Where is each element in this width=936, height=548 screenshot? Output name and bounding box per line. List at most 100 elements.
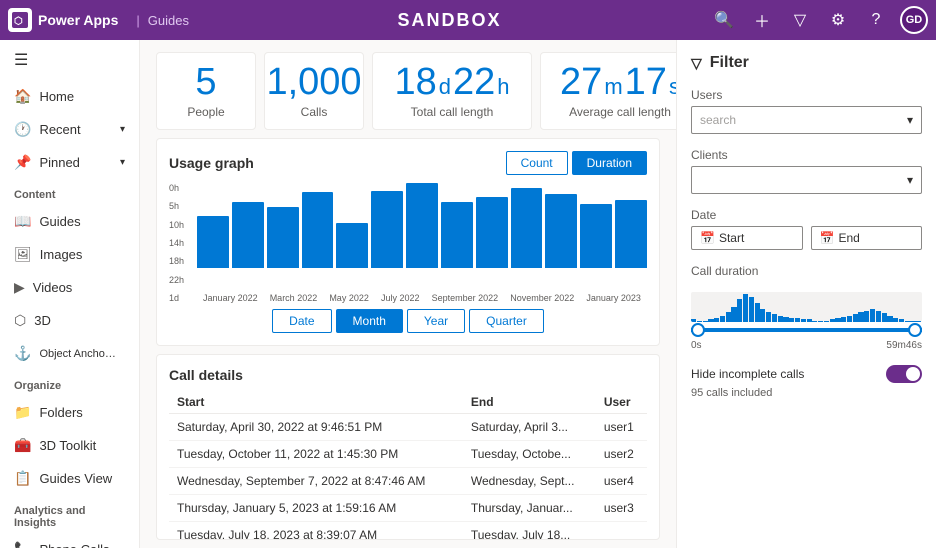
add-icon[interactable]: ＋: [748, 6, 776, 34]
hide-incomplete-toggle[interactable]: [886, 365, 922, 383]
call-details-table: Start End User Saturday, April 30, 2022 …: [169, 391, 647, 540]
sidebar-item-pinned[interactable]: 📌 Pinned ▾: [0, 146, 139, 179]
topbar-icons: 🔍 ＋ ▽ ⚙ ? GD: [710, 6, 928, 34]
stat-total-row: 18d 22h: [394, 63, 509, 101]
sidebar-item-label: Recent: [39, 122, 80, 137]
filter-start-label: Start: [719, 231, 744, 245]
duration-bar: [720, 316, 725, 322]
stat-people-label: People: [187, 105, 224, 119]
sidebar-item-guides-view[interactable]: 📋 Guides View: [0, 462, 139, 495]
slider-thumb-left[interactable]: [691, 323, 705, 337]
sidebar-item-toolkit[interactable]: 🧰 3D Toolkit: [0, 429, 139, 462]
duration-bar: [847, 316, 852, 322]
stats-row: 5 People 1,000 Calls 18d 22h Total call …: [140, 40, 676, 138]
col-header-user: User: [596, 391, 647, 414]
usage-header: Usage graph Count Duration: [169, 151, 647, 175]
duration-bar: [830, 319, 835, 322]
sidebar-item-3d[interactable]: ⬡ 3D: [0, 304, 139, 337]
table-row[interactable]: Tuesday, July 18, 2023 at 8:39:07 AMTues…: [169, 522, 647, 541]
chart-bar: [476, 197, 508, 268]
duration-bar: [801, 319, 806, 322]
duration-bar: [858, 312, 863, 322]
chart-inner: January 2022 March 2022 May 2022 July 20…: [197, 183, 647, 303]
avatar[interactable]: GD: [900, 6, 928, 34]
search-icon[interactable]: 🔍: [710, 6, 738, 34]
dropdown-arrow: ▾: [907, 113, 913, 127]
count-toggle[interactable]: Count: [506, 151, 568, 175]
filter-collapse-button[interactable]: ›: [676, 276, 677, 312]
guides-icon: 📖: [14, 213, 31, 230]
duration-bar: [841, 317, 846, 322]
duration-bar: [714, 318, 719, 322]
topbar-breadcrumb[interactable]: Guides: [148, 13, 189, 28]
col-header-start: Start: [169, 391, 463, 414]
filter-hide-incomplete-row: Hide incomplete calls 95 calls included: [691, 365, 922, 399]
stat-total-d-unit: d: [439, 74, 451, 100]
chart-bar: [336, 223, 368, 268]
duration-bar: [703, 321, 708, 322]
table-row[interactable]: Wednesday, September 7, 2022 at 8:47:46 …: [169, 468, 647, 495]
power-apps-icon: ⬡: [8, 8, 32, 32]
filter-clients-select[interactable]: ▾: [691, 166, 922, 194]
calendar-icon: 📅: [700, 231, 715, 245]
toolkit-icon: 🧰: [14, 437, 31, 454]
duration-bar: [772, 314, 777, 322]
duration-bar: [887, 316, 892, 322]
dropdown-arrow: ▾: [907, 173, 913, 187]
table-row[interactable]: Saturday, April 30, 2022 at 9:46:51 PMSa…: [169, 414, 647, 441]
sidebar-item-recent[interactable]: 🕐 Recent ▾: [0, 113, 139, 146]
stat-card-total: 18d 22h Total call length: [372, 52, 532, 130]
filter-icon[interactable]: ▽: [786, 6, 814, 34]
sidebar-item-label: Guides: [39, 214, 80, 229]
call-details-title: Call details: [169, 367, 647, 383]
sidebar-section-organize: Organize: [0, 370, 139, 396]
stat-total-h: 22: [453, 63, 495, 101]
sidebar-item-guides[interactable]: 📖 Guides: [0, 205, 139, 238]
table-row[interactable]: Thursday, January 5, 2023 at 1:59:16 AMT…: [169, 495, 647, 522]
sidebar-item-folders[interactable]: 📁 Folders: [0, 396, 139, 429]
sidebar-item-videos[interactable]: ▶ Videos: [0, 271, 139, 304]
year-btn[interactable]: Year: [407, 309, 465, 333]
duration-bar: [807, 319, 812, 322]
chart-area: 1d 22h 18h 14h 10h 5h 0h January 2022 Ma…: [169, 183, 647, 303]
topbar-logo[interactable]: ⬡ Power Apps: [8, 8, 118, 32]
duration-toggle[interactable]: Duration: [572, 151, 647, 175]
help-icon[interactable]: ?: [862, 6, 890, 34]
hamburger-button[interactable]: ☰: [0, 40, 139, 80]
duration-bar: [708, 319, 713, 322]
sidebar-item-phone-calls[interactable]: 📞 Phone Calls: [0, 533, 139, 548]
duration-bar: [910, 321, 915, 322]
guides-view-icon: 📋: [14, 470, 31, 487]
filter-start-btn[interactable]: 📅 Start: [691, 226, 803, 250]
duration-bar: [795, 318, 800, 322]
table-row[interactable]: Tuesday, October 11, 2022 at 1:45:30 PMT…: [169, 441, 647, 468]
usage-section: Usage graph Count Duration 1d 22h 18h 14…: [156, 138, 660, 346]
duration-bar: [835, 318, 840, 322]
duration-bar: [893, 318, 898, 322]
month-btn[interactable]: Month: [336, 309, 403, 333]
chart-bar: [545, 194, 577, 268]
duration-bar: [789, 318, 794, 322]
quarter-btn[interactable]: Quarter: [469, 309, 544, 333]
sidebar-item-images[interactable]: 🖼 Images: [0, 238, 139, 271]
sidebar-item-object-anchors[interactable]: ⚓ Object Anchors (Prev...: [0, 337, 139, 370]
duration-bar: [905, 321, 910, 322]
duration-bar: [778, 316, 783, 322]
pin-icon: 📌: [14, 154, 31, 171]
duration-bar: [870, 309, 875, 322]
sidebar-item-home[interactable]: 🏠 Home: [0, 80, 139, 113]
settings-icon[interactable]: ⚙: [824, 6, 852, 34]
stat-total-d: 18: [394, 63, 436, 101]
sidebar-item-label: 3D Toolkit: [39, 438, 96, 453]
duration-bar: [864, 311, 869, 322]
sidebar-item-label: Images: [40, 247, 83, 262]
sidebar-item-label: Object Anchors (Prev...: [39, 348, 119, 360]
filter-users-select[interactable]: search ▾: [691, 106, 922, 134]
slider-thumb-right[interactable]: [908, 323, 922, 337]
main-layout: ☰ 🏠 Home 🕐 Recent ▾ 📌 Pinned ▾ Content 📖…: [0, 40, 936, 548]
duration-bar: [755, 303, 760, 322]
chart-bar: [267, 207, 299, 268]
filter-end-btn[interactable]: 📅 End: [811, 226, 923, 250]
duration-bar: [691, 319, 696, 322]
date-btn[interactable]: Date: [272, 309, 331, 333]
